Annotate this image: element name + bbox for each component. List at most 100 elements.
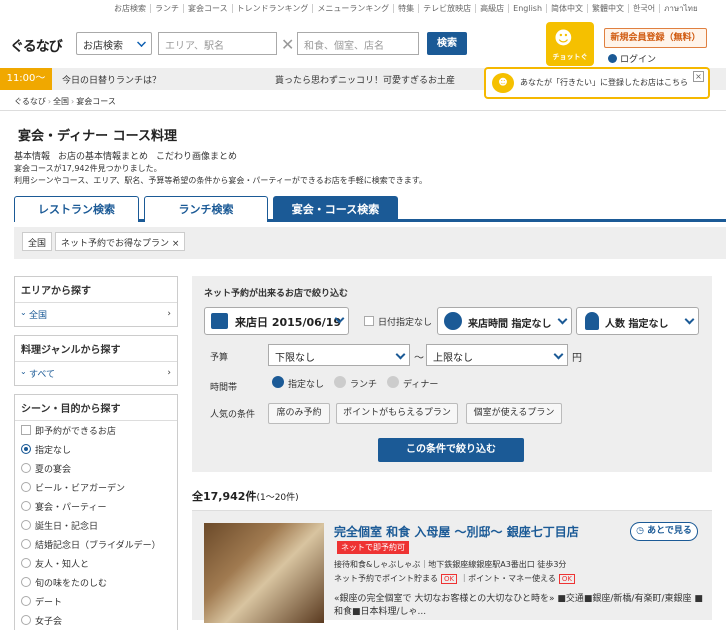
- person-icon: [585, 312, 599, 330]
- instant-checkbox[interactable]: 即予約ができるお店: [15, 421, 177, 440]
- login-link[interactable]: ログイン: [608, 52, 656, 65]
- seat-only-button[interactable]: 席のみ予約: [268, 403, 330, 424]
- sublink-images[interactable]: こだわり画像まとめ: [156, 152, 237, 162]
- view-later-button[interactable]: ◷ あとで見る: [630, 522, 698, 541]
- time-select[interactable]: 来店時間 指定なし: [437, 307, 572, 335]
- chevron-down-icon: [557, 314, 568, 325]
- scene-option[interactable]: 旬の味をたのしむ: [15, 573, 177, 592]
- yen-label: 円: [572, 353, 582, 364]
- radio-dinner[interactable]: ディナー: [387, 376, 439, 390]
- scene-option[interactable]: 誕生日・記念日: [15, 516, 177, 535]
- scene-option[interactable]: デート: [15, 592, 177, 611]
- left-sidebar: エリアから探す ⌄ 全国 › 料理ジャンルから探す ⌄ すべて › シーン・目的から探す…: [14, 276, 178, 638]
- register-button[interactable]: 新規会員登録（無料）: [604, 28, 707, 48]
- times-icon: ✕: [281, 35, 295, 54]
- login-label: ログイン: [620, 55, 657, 65]
- restaurant-name[interactable]: 完全個室 和食 入母屋 〜別邸〜 銀座七丁目店: [334, 523, 579, 540]
- topnav-item[interactable]: 宴会コース: [184, 3, 233, 13]
- close-icon[interactable]: ×: [693, 71, 704, 82]
- keyword-input[interactable]: 和食、個室、店名: [297, 32, 419, 55]
- chip-net-plan[interactable]: ネット予約でお得なプラン ×: [55, 232, 186, 251]
- radio-dinner-label: ディナー: [403, 380, 439, 390]
- scene-option[interactable]: 指定なし: [15, 440, 177, 459]
- scene-option[interactable]: ビール・ビアガーデン: [15, 478, 177, 497]
- chevron-right-icon: ›: [167, 368, 171, 378]
- souvenir-link[interactable]: 貰ったら思わずニッコリ！可愛すぎるお土産: [275, 73, 455, 86]
- scene-option[interactable]: 夏の宴会: [15, 459, 177, 478]
- search-description: 利用シーンやコース、エリア、駅名、予算等希望の条件から宴会・パーティーができるお…: [14, 176, 427, 185]
- ok-badge: OK: [441, 574, 458, 584]
- no-date-label: 日付指定なし: [378, 318, 433, 328]
- topnav-item[interactable]: 高級店: [476, 3, 510, 13]
- topnav-item[interactable]: English: [509, 3, 548, 13]
- people-select[interactable]: 人数 指定なし: [576, 307, 699, 335]
- radio-icon: [21, 463, 31, 473]
- budget-min-select[interactable]: 下限なし: [268, 344, 410, 366]
- tab-course[interactable]: 宴会・コース検索: [273, 196, 398, 222]
- area-input[interactable]: エリア、駅名: [158, 32, 277, 55]
- scene-option[interactable]: 女子会: [15, 611, 177, 630]
- area-item[interactable]: ⌄ 全国 ›: [15, 303, 177, 326]
- topnav-item[interactable]: 繁體中文: [588, 3, 630, 13]
- breadcrumb-item[interactable]: 全国: [53, 97, 69, 106]
- chip-area[interactable]: 全国: [22, 232, 53, 251]
- people-value: 指定なし: [628, 319, 669, 330]
- radio-icon: [21, 558, 31, 568]
- radio-icon: [21, 615, 31, 625]
- radio-none[interactable]: 指定なし: [272, 376, 325, 390]
- sublink-basic[interactable]: 基本情報: [14, 152, 50, 162]
- result-description: 宴会コースが17,942件見つかりました。: [14, 164, 162, 173]
- radio-icon: [21, 596, 31, 606]
- topnav-item[interactable]: トレンドランキング: [233, 3, 314, 13]
- popup-text: あなたが「行きたい」に登録したお店はこちら: [520, 78, 688, 87]
- topnav-item[interactable]: お店検索: [110, 3, 151, 13]
- calendar-icon: [211, 313, 228, 329]
- restaurant-points: ネット予約でポイント貯まる OK ｜ポイント・マネー使える OK: [334, 573, 578, 584]
- genre-item-label: すべて: [29, 370, 56, 380]
- view-later-label: あとで見る: [647, 526, 692, 536]
- genre-item[interactable]: ⌄ すべて ›: [15, 362, 177, 385]
- area-heading: エリアから探す: [15, 277, 177, 303]
- search-type-select[interactable]: お店検索: [76, 32, 152, 55]
- chevron-right-icon: ›: [71, 97, 75, 106]
- time-value: 指定なし: [511, 319, 552, 330]
- chotto-button[interactable]: ☻ チョットぐ: [546, 22, 594, 66]
- scene-option[interactable]: 結婚記念日（ブライダルデー）: [15, 535, 177, 554]
- tab-lunch[interactable]: ランチ検索: [144, 196, 268, 222]
- favorites-popup[interactable]: ☻ あなたが「行きたい」に登録したお店はこちら ×: [484, 67, 710, 99]
- topnav-item[interactable]: 简体中文: [547, 3, 589, 13]
- date-value: 2015/06/19: [271, 316, 342, 329]
- breadcrumb-item[interactable]: ぐるなび: [14, 97, 46, 106]
- lunch-link[interactable]: 今日の日替りランチは？: [62, 73, 161, 86]
- area-box: エリアから探す ⌄ 全国 ›: [14, 276, 178, 327]
- apply-filter-button[interactable]: この条件で絞り込む: [378, 438, 524, 462]
- budget-max-select[interactable]: 上限なし: [426, 344, 568, 366]
- restaurant-photo[interactable]: [204, 523, 324, 623]
- private-room-button[interactable]: 個室が使えるプラン: [466, 403, 562, 424]
- point-plan-button[interactable]: ポイントがもらえるプラン: [336, 403, 458, 424]
- time-badge: 11:00〜: [0, 68, 52, 90]
- chevron-down-icon: [684, 314, 695, 325]
- sublink-summary[interactable]: お店の基本情報まとめ: [58, 152, 148, 162]
- topnav-item[interactable]: 한국어: [629, 3, 661, 13]
- radio-lunch[interactable]: ランチ: [334, 376, 377, 390]
- scene-option[interactable]: 友人・知人と: [15, 554, 177, 573]
- tab-restaurant[interactable]: レストラン検索: [14, 196, 139, 222]
- topnav-item[interactable]: ランチ: [151, 3, 184, 13]
- topnav-item[interactable]: ภาษาไทย: [660, 4, 702, 13]
- topnav-item[interactable]: 特集: [394, 3, 420, 13]
- restaurant-blurb: «銀座の完全個室で 大切なお客様との大切なひと時を» ■交通■銀座/新橋/有楽町…: [334, 594, 703, 617]
- radio-none-label: 指定なし: [288, 380, 325, 390]
- topnav-item[interactable]: テレビ放映店: [419, 3, 477, 13]
- genre-box: 料理ジャンルから探す ⌄ すべて ›: [14, 335, 178, 386]
- genre-heading: 料理ジャンルから探す: [15, 336, 177, 362]
- chevron-down-icon: ⌄: [20, 308, 27, 317]
- no-date-checkbox[interactable]: 日付指定なし: [364, 315, 432, 328]
- logo[interactable]: ぐるなび: [10, 36, 63, 56]
- date-select[interactable]: 来店日 2015/06/19: [204, 307, 349, 335]
- topnav-item[interactable]: メニューランキング: [313, 3, 395, 13]
- search-button[interactable]: 検索: [427, 32, 467, 55]
- budget-max-value: 上限なし: [433, 353, 473, 364]
- ok-badge: OK: [558, 574, 575, 584]
- scene-option[interactable]: 宴会・パーティー: [15, 497, 177, 516]
